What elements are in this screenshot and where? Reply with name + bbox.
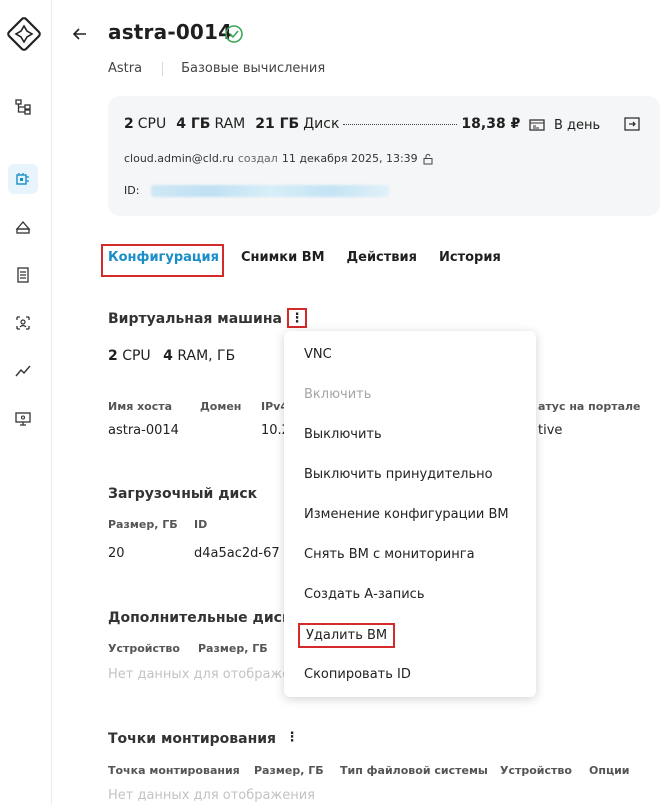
created-date: 11 декабря 2025, 13:39 bbox=[281, 152, 418, 165]
menu-item-force-power-off[interactable]: Выключить принудительно bbox=[304, 467, 493, 482]
breadcrumb-item[interactable]: Astra bbox=[108, 61, 142, 76]
id-label: ID: bbox=[124, 184, 140, 197]
menu-item-power-off[interactable]: Выключить bbox=[304, 427, 382, 442]
col-device: Устройство bbox=[500, 764, 572, 777]
page-title: astra-0014 bbox=[108, 20, 233, 44]
col-id: ID bbox=[194, 518, 208, 531]
col-mount-point: Точка монтирования bbox=[108, 764, 240, 777]
creator-meta: cloud.admin@cld.ru создал 11 декабря 202… bbox=[124, 152, 434, 165]
col-size: Размер, ГБ bbox=[198, 642, 268, 655]
col-domain: Домен bbox=[200, 400, 242, 413]
menu-item-create-a-record[interactable]: Создать А-запись bbox=[304, 587, 425, 602]
price-leader-dots bbox=[343, 124, 458, 125]
col-hostname: Имя хоста bbox=[108, 400, 173, 413]
logo-icon[interactable] bbox=[6, 16, 42, 52]
cpu-value: 2 bbox=[124, 116, 134, 132]
sidebar bbox=[0, 0, 52, 805]
id-row: ID: bbox=[124, 184, 390, 197]
vm-section-title: Виртуальная машина bbox=[108, 311, 282, 327]
period-selector[interactable]: В день bbox=[528, 116, 600, 134]
vm-cpu-unit: CPU bbox=[122, 348, 151, 364]
vm-cpu-value: 2 bbox=[108, 348, 118, 364]
breadcrumb-item[interactable]: Базовые вычисления bbox=[181, 61, 325, 76]
col-portal-status: атус на портале bbox=[538, 400, 641, 413]
disk-value: 21 ГБ bbox=[255, 116, 300, 132]
mounts-empty: Нет данных для отображения bbox=[108, 788, 315, 803]
ram-value: 4 ГБ bbox=[176, 116, 211, 132]
col-options: Опции bbox=[589, 764, 630, 777]
nav-documents-icon[interactable] bbox=[8, 260, 38, 290]
billing-icon bbox=[529, 119, 545, 131]
menu-item-vnc[interactable]: VNC bbox=[304, 347, 332, 362]
mounts-title: Точки монтирования bbox=[108, 731, 277, 747]
menu-item-remove-monitoring[interactable]: Снять ВМ с мониторинга bbox=[304, 547, 475, 562]
boot-disk-title: Загрузочный диск bbox=[108, 486, 258, 502]
vm-hostname: astra-0014 bbox=[108, 423, 179, 438]
tab-actions[interactable]: Действия bbox=[347, 250, 417, 277]
resource-summary: 2 CPU 4 ГБ RAM 21 ГБ Диск 18,38 ₽ bbox=[124, 116, 520, 132]
period-label: В день bbox=[554, 117, 601, 133]
nav-hierarchy-icon[interactable] bbox=[8, 92, 38, 122]
nav-analytics-icon[interactable] bbox=[8, 356, 38, 386]
id-value-redacted[interactable] bbox=[151, 184, 390, 197]
col-device: Устройство bbox=[108, 642, 180, 655]
nav-compute-icon[interactable] bbox=[8, 164, 38, 194]
created-label: создал bbox=[237, 152, 278, 165]
price-value: 18,38 ₽ bbox=[461, 116, 521, 132]
disk-unit: Диск bbox=[303, 116, 340, 132]
nav-users-icon[interactable] bbox=[8, 308, 38, 338]
tab-bar: Конфигурация Снимки ВМ Действия История bbox=[101, 244, 523, 277]
nav-monitor-icon[interactable] bbox=[8, 404, 38, 434]
unlock-icon bbox=[423, 153, 433, 164]
vm-ram-value: 4 bbox=[163, 348, 173, 364]
status-ok-icon bbox=[224, 24, 244, 44]
extra-disks-empty: Нет данных для отображе bbox=[108, 667, 291, 682]
menu-item-copy-id[interactable]: Скопировать ID bbox=[304, 667, 411, 682]
col-size: Размер, ГБ bbox=[108, 518, 178, 531]
menu-item-power-on: Включить bbox=[304, 387, 372, 402]
vm-actions-kebab-button[interactable]: ⋮ bbox=[287, 308, 307, 328]
vm-ram-unit: RAM, ГБ bbox=[177, 348, 236, 364]
breadcrumb: Astra Базовые вычисления bbox=[108, 61, 325, 76]
col-size: Размер, ГБ bbox=[254, 764, 324, 777]
export-icon[interactable] bbox=[622, 114, 642, 134]
boot-disk-id: d4a5ac2d-67 bbox=[194, 546, 280, 561]
mounts-kebab-button[interactable]: ⋮ bbox=[284, 730, 300, 750]
owner-email: cloud.admin@cld.ru bbox=[124, 152, 234, 165]
menu-item-delete-vm[interactable]: Удалить ВМ bbox=[298, 623, 396, 648]
tab-snapshots[interactable]: Снимки ВМ bbox=[241, 250, 325, 277]
breadcrumb-divider bbox=[162, 61, 164, 76]
col-fs-type: Тип файловой системы bbox=[340, 764, 488, 777]
nav-storage-icon[interactable] bbox=[8, 212, 38, 242]
boot-disk-size: 20 bbox=[108, 546, 125, 561]
back-arrow-icon[interactable] bbox=[70, 24, 90, 44]
summary-card: 2 CPU 4 ГБ RAM 21 ГБ Диск 18,38 ₽ В день… bbox=[108, 96, 660, 216]
cpu-unit: CPU bbox=[137, 116, 167, 132]
vm-status: tive bbox=[538, 423, 563, 438]
ram-unit: RAM bbox=[214, 116, 246, 132]
menu-item-change-config[interactable]: Изменение конфигурации ВМ bbox=[304, 507, 509, 522]
tab-configuration[interactable]: Конфигурация bbox=[101, 244, 224, 277]
vm-spec: 2 CPU 4 RAM, ГБ bbox=[108, 348, 235, 364]
extra-disks-title: Дополнительные диск bbox=[108, 610, 292, 626]
vm-actions-menu: VNC Включить Выключить Выключить принуди… bbox=[284, 331, 536, 697]
tab-history[interactable]: История bbox=[439, 250, 501, 277]
